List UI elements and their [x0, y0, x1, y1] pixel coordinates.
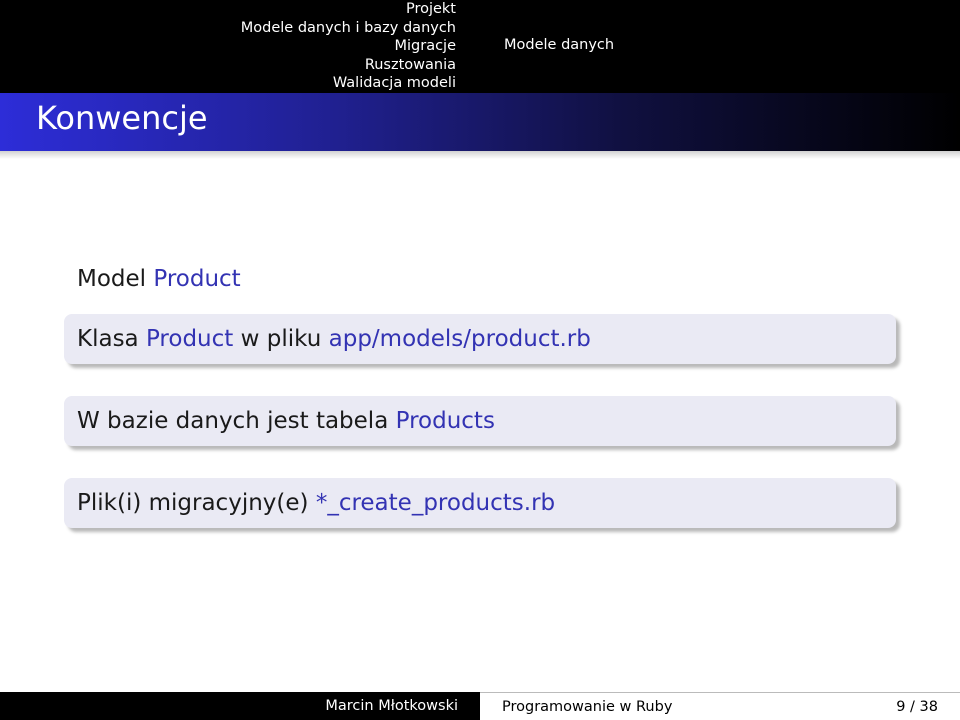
convention-box-table: W bazie danych jest tabela Products [64, 396, 896, 446]
box3-migration-file: *_create_products.rb [315, 490, 556, 516]
footer-talk-title: Programowanie w Ruby [502, 698, 673, 715]
nav-section-walidacja[interactable]: Walidacja modeli [333, 74, 456, 93]
box1-class-name: Product [145, 326, 234, 352]
content-heading: Model Product [77, 266, 241, 292]
footer-page-number: 9 / 38 [896, 698, 938, 715]
frame-title: Konwencje [36, 99, 208, 137]
box1-text-2: w pliku [233, 326, 329, 352]
box3-text-1: Plik(i) migracyjny(e) [77, 490, 316, 516]
footer-title-panel: Programowanie w Ruby 9 / 38 [480, 692, 960, 720]
title-bar-shadow [0, 151, 960, 159]
box2-table-name: Products [395, 408, 495, 434]
box1-file-path: app/models/product.rb [328, 326, 591, 352]
subsection-navigation: Modele danych [480, 0, 960, 93]
section-navigation: Projekt Modele danych i bazy danych Migr… [0, 0, 480, 93]
nav-section-rusztowania[interactable]: Rusztowania [365, 56, 456, 75]
frame-title-bar: Konwencje [0, 93, 960, 151]
nav-section-projekt[interactable]: Projekt [406, 0, 456, 19]
nav-section-modele-danych[interactable]: Modele danych i bazy danych [241, 19, 456, 38]
nav-section-migracje[interactable]: Migracje [394, 37, 456, 56]
box2-text-1: W bazie danych jest tabela [77, 408, 396, 434]
nav-current-subsection[interactable]: Modele danych [504, 37, 614, 53]
box1-text-1: Klasa [77, 326, 146, 352]
footer-bar: Marcin Młotkowski Programowanie w Ruby 9… [0, 692, 960, 720]
convention-box-migration: Plik(i) migracyjny(e) *_create_products.… [64, 478, 896, 528]
heading-accent: Product [153, 266, 241, 292]
navigation-bar: Projekt Modele danych i bazy danych Migr… [0, 0, 960, 93]
convention-box-class: Klasa Product w pliku app/models/product… [64, 314, 896, 364]
footer-author: Marcin Młotkowski [325, 698, 458, 714]
heading-text: Model [77, 266, 154, 292]
footer-author-panel: Marcin Młotkowski [0, 692, 480, 720]
